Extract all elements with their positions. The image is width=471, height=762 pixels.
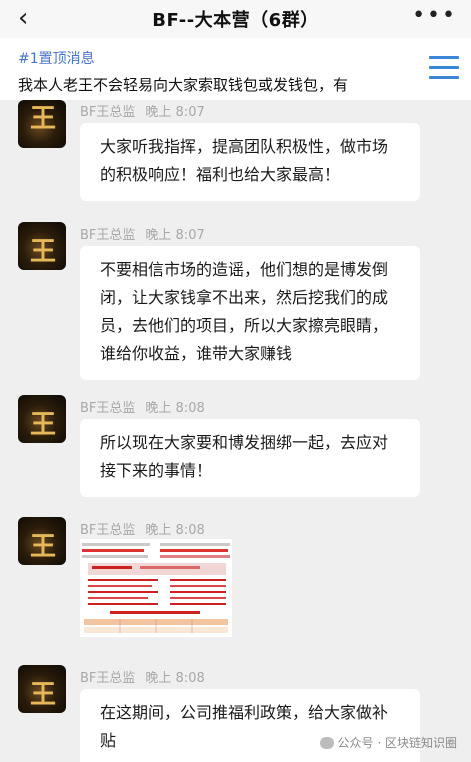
avatar-glyph: 王: [30, 532, 57, 562]
wechat-icon: [319, 736, 334, 749]
message-bubble[interactable]: 不要相信市场的造谣，他们想的是博发倒闭，让大家钱拿不出来，然后挖我们的成员，去他…: [80, 246, 420, 380]
message-time: 晚上 8:07: [145, 228, 205, 243]
message-bubble[interactable]: 大家听我指挥，提高团队积极性，做市场的积极响应！福利也给大家最高！: [80, 123, 420, 201]
watermark-text: 公众号 · 区块链知识圈: [337, 736, 457, 750]
document-screenshot-thumbnail: [80, 539, 232, 637]
pinned-list-icon[interactable]: [429, 54, 459, 80]
message-time: 晚上 8:07: [145, 105, 205, 120]
sender-name: BF王总监: [80, 228, 136, 243]
message-bubble[interactable]: 所以现在大家要和博发捆绑一起，去应对接下来的事情！: [80, 419, 420, 497]
avatar[interactable]: 王: [18, 517, 66, 565]
avatar-glyph: 王: [30, 410, 57, 440]
more-options-icon[interactable]: •••: [412, 2, 457, 30]
message-meta: BF王总监 晚上 8:08: [80, 397, 205, 416]
avatar-glyph: 王: [30, 237, 57, 267]
message-time: 晚上 8:08: [145, 401, 205, 416]
message-meta: BF王总监 晚上 8:07: [80, 224, 205, 243]
avatar-glyph: 王: [30, 104, 57, 134]
avatar[interactable]: 王: [18, 665, 66, 713]
avatar[interactable]: 王: [18, 100, 66, 148]
message-meta: BF王总监 晚上 8:08: [80, 519, 205, 538]
image-attachment[interactable]: [80, 539, 232, 637]
message-bubble[interactable]: 在这期间，公司推福利政策，给大家做补贴: [80, 689, 420, 762]
pinned-tag: #1置顶消息: [18, 51, 95, 67]
sender-name: BF王总监: [80, 105, 136, 120]
sender-name: BF王总监: [80, 401, 136, 416]
pinned-message-banner[interactable]: #1置顶消息 我本人老王不会轻易向大家索取钱包或发钱包，有: [0, 38, 471, 100]
message-meta: BF王总监 晚上 8:08: [80, 667, 205, 686]
back-chevron-icon[interactable]: ‹: [18, 4, 28, 32]
sender-name: BF王总监: [80, 523, 136, 538]
watermark: 公众号 · 区块链知识圈: [319, 734, 457, 751]
avatar[interactable]: 王: [18, 222, 66, 270]
message-time: 晚上 8:08: [145, 523, 205, 538]
message-meta: BF王总监 晚上 8:07: [80, 101, 205, 120]
avatar[interactable]: 王: [18, 395, 66, 443]
sender-name: BF王总监: [80, 671, 136, 686]
avatar-glyph: 王: [30, 680, 57, 710]
pinned-text: 我本人老王不会轻易向大家索取钱包或发钱包，有: [18, 76, 349, 94]
chat-title: BF--大本营（6群）: [152, 10, 319, 31]
message-time: 晚上 8:08: [145, 671, 205, 686]
chat-header: ‹ BF--大本营（6群） •••: [0, 0, 471, 38]
